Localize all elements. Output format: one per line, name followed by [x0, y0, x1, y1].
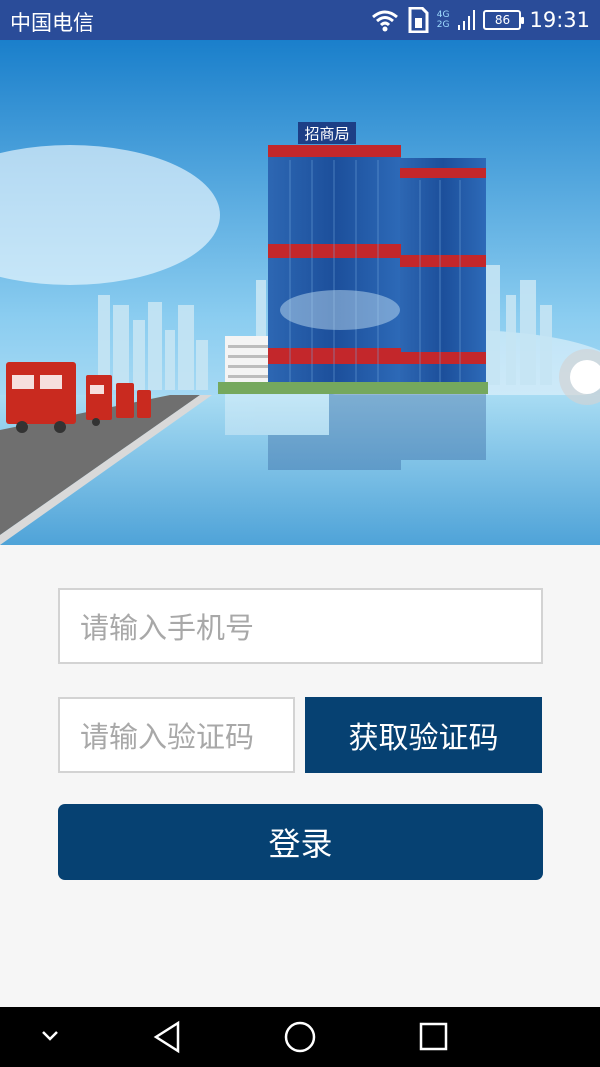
home-circle-icon[interactable] — [284, 1021, 316, 1053]
battery-icon: 86 — [483, 10, 525, 30]
sim-card-icon — [408, 7, 429, 33]
carrier-name: 中国电信 — [10, 11, 94, 35]
network-4g: 4G — [436, 10, 450, 20]
system-navigation-bar — [0, 1007, 600, 1067]
signal-icon — [458, 10, 476, 30]
chevron-down-icon[interactable] — [42, 1031, 58, 1041]
city-illustration: 招商局 — [0, 40, 600, 545]
phone-input[interactable]: 请输入手机号 — [58, 588, 543, 664]
verification-code-input[interactable]: 请输入验证码 — [58, 697, 295, 773]
get-verification-code-button[interactable]: 获取验证码 — [305, 697, 542, 773]
clock: 19:31 — [529, 8, 590, 32]
network-2g: 2G — [436, 20, 450, 30]
login-button[interactable]: 登录 — [58, 804, 543, 880]
building-sign: 招商局 — [304, 125, 349, 143]
status-bar: 中国电信 4G 2G 86 19:31 — [0, 0, 600, 40]
status-indicators: 4G 2G 86 19:31 — [371, 6, 590, 34]
network-type: 4G 2G — [437, 10, 450, 30]
recent-square-icon[interactable] — [419, 1022, 448, 1051]
promo-banner: 招商局 — [0, 40, 600, 545]
login-form: 请输入手机号 请输入验证码 获取验证码 登录 — [0, 545, 600, 1007]
back-triangle-icon[interactable] — [153, 1020, 180, 1054]
floating-side-handle[interactable] — [570, 360, 600, 394]
wifi-icon — [371, 10, 398, 32]
